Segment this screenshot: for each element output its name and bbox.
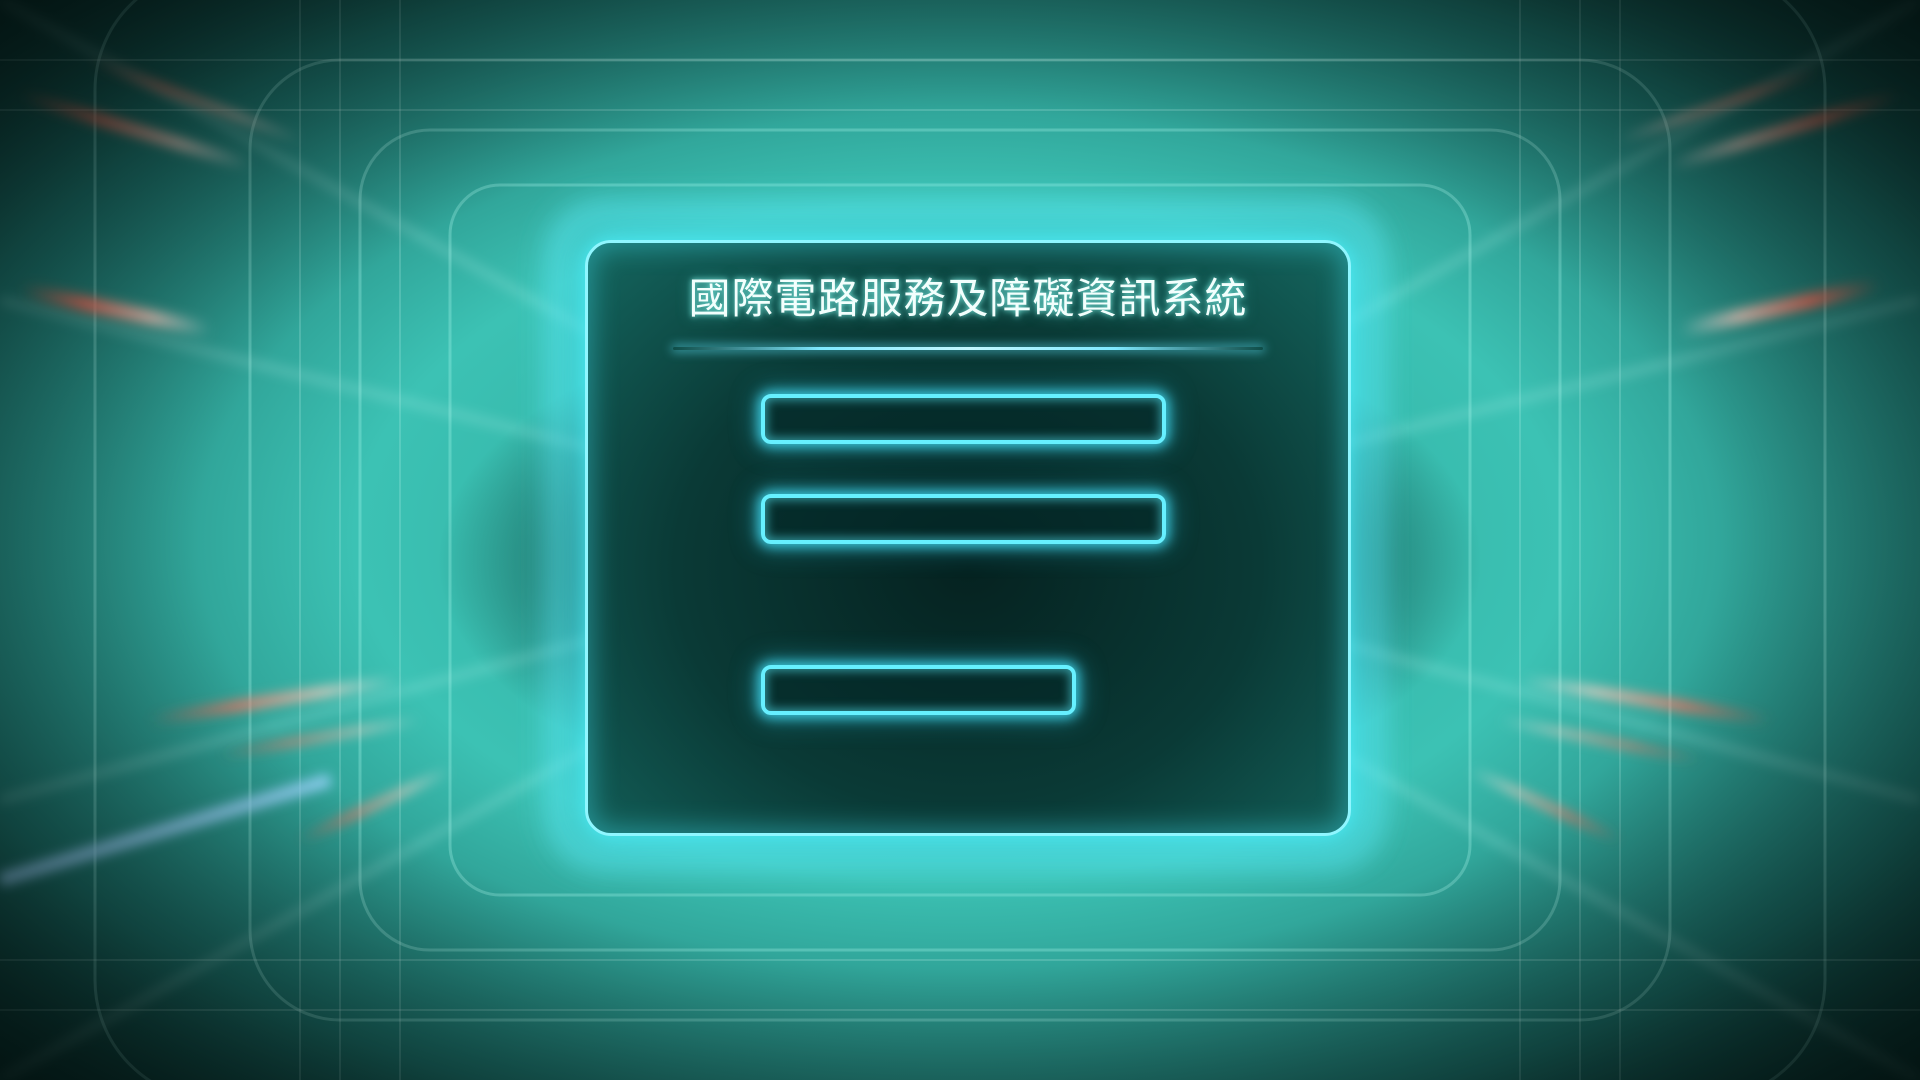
login-panel: 國際電路服務及障礙資訊系統	[585, 240, 1351, 836]
login-screen: 國際電路服務及障礙資訊系統	[0, 0, 1920, 1080]
password-input[interactable]	[765, 498, 1162, 540]
password-field[interactable]	[761, 494, 1166, 544]
title-divider	[673, 347, 1263, 350]
username-input[interactable]	[765, 398, 1162, 440]
username-field[interactable]	[761, 394, 1166, 444]
system-title: 國際電路服務及障礙資訊系統	[688, 274, 1248, 323]
login-button[interactable]	[761, 665, 1076, 715]
